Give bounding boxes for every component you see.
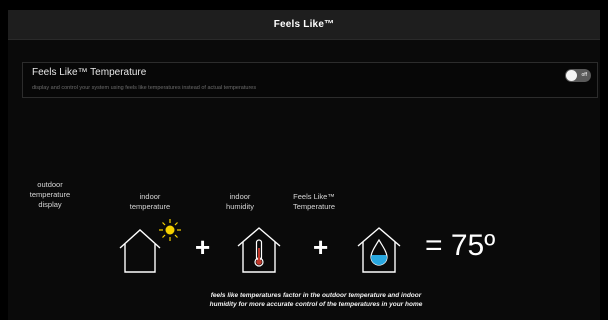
- indoor-temperature-label: indoor temperature: [129, 192, 171, 211]
- toggle-label: off: [581, 72, 587, 78]
- feels-like-temperature-label: Feels Like™ Temperature: [292, 192, 336, 211]
- setting-description: display and control your system using fe…: [32, 85, 257, 91]
- house-water-drop-icon: [357, 227, 401, 273]
- header-bar: Feels Like™: [8, 10, 600, 40]
- feels-like-toggle[interactable]: off: [565, 69, 591, 82]
- indoor-humidity-label: indoor humidity: [226, 192, 254, 211]
- toggle-knob: [566, 70, 577, 81]
- outdoor-temperature-label: outdoor temperature display: [29, 180, 71, 209]
- water-drop-icon: [370, 238, 388, 266]
- thermometer-icon: [254, 239, 264, 267]
- plus-operator-1: +: [195, 232, 211, 262]
- house-thermometer-icon: [237, 227, 281, 273]
- sun-icon: [159, 219, 181, 241]
- feels-like-result: = 75º: [425, 229, 496, 262]
- house-sun-icon: [119, 219, 181, 273]
- footer-note: feels like temperatures factor in the ou…: [175, 291, 457, 309]
- plus-operator-2: +: [313, 232, 329, 262]
- footer-note-line-1: feels like temperatures factor in the ou…: [210, 292, 422, 299]
- feels-like-setting-row: Feels Like™ Temperature display and cont…: [22, 62, 598, 98]
- setting-title: Feels Like™ Temperature: [32, 67, 147, 78]
- footer-note-line-2: humidity for more accurate control of th…: [209, 301, 423, 308]
- page-title: Feels Like™: [273, 19, 335, 30]
